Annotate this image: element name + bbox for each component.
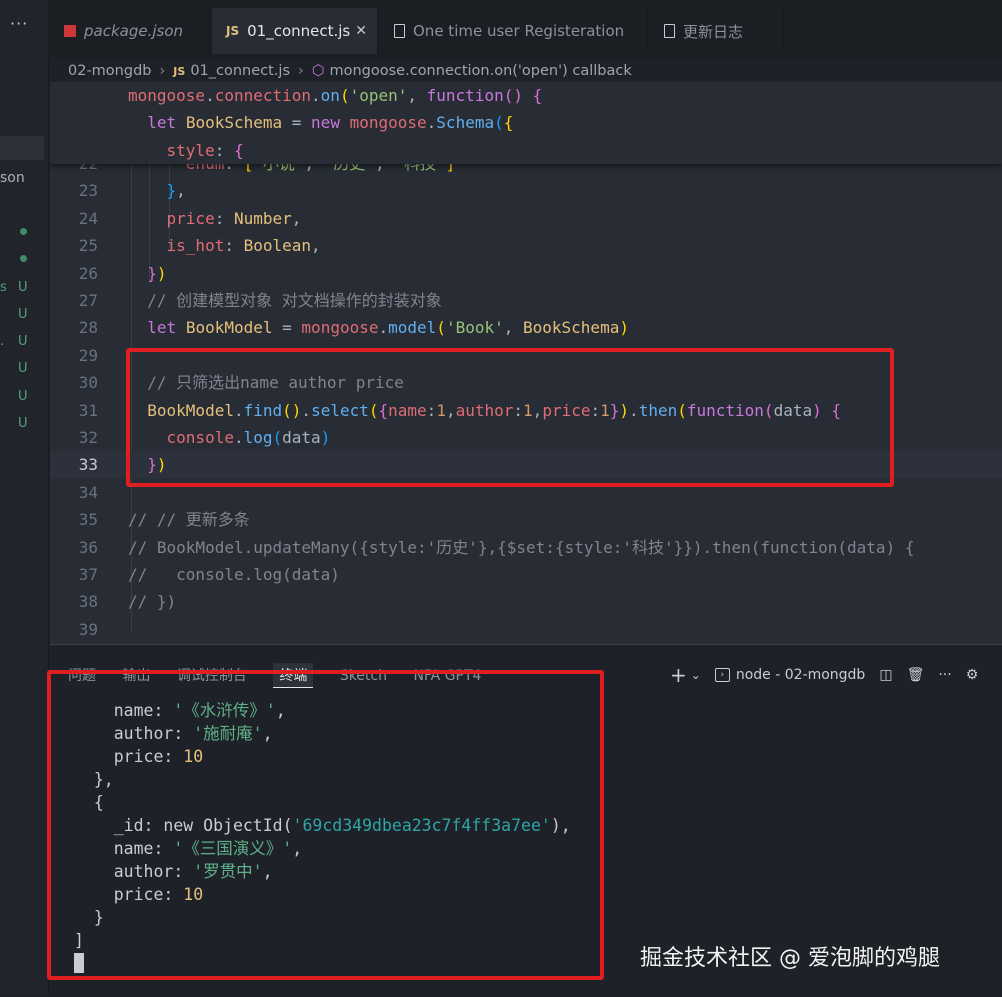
close-icon[interactable]: ✕	[355, 23, 367, 39]
breadcrumb-file[interactable]: 01_connect.js	[190, 63, 290, 79]
trash-icon[interactable]: 🗑	[907, 667, 925, 683]
tab-01-connect-js[interactable]: JS 01_connect.js ✕	[212, 8, 378, 54]
npm-icon	[64, 25, 76, 37]
code-line[interactable]: 25 is_hot: Boolean,	[50, 232, 1002, 259]
line-number: 25	[78, 236, 98, 256]
annotation-box-terminal	[47, 670, 604, 980]
git-status: .	[0, 334, 5, 349]
code-text: is_hot: Boolean,	[166, 236, 321, 256]
code-text: // BookModel.updateMany({style:'历史'},{$s…	[128, 537, 915, 557]
git-status: U	[18, 361, 28, 376]
code-line[interactable]: 26 })	[50, 260, 1002, 287]
git-status: U	[18, 307, 28, 322]
line-number: 31	[78, 400, 98, 420]
sticky-line: mongoose.connection.on('open', function(…	[128, 86, 543, 105]
line-number: 38	[78, 592, 98, 612]
git-status: U	[18, 416, 28, 431]
code-line[interactable]: 24 price: Number,	[50, 205, 1002, 232]
annotation-box-code	[126, 348, 894, 487]
code-line[interactable]: 28 let BookModel = mongoose.model('Book'…	[50, 314, 1002, 341]
split-terminal-icon[interactable]: ◫	[879, 667, 892, 683]
line-number: 24	[78, 208, 98, 228]
line-number: 28	[78, 318, 98, 338]
code-line[interactable]: 39	[50, 616, 1002, 643]
tab-label: One time user Registeration	[413, 22, 625, 40]
code-line[interactable]: 37 // console.log(data)	[50, 561, 1002, 588]
line-number: 36	[78, 537, 98, 557]
line-number: 26	[78, 263, 98, 283]
add-terminal-icon[interactable]: +	[670, 663, 687, 687]
sticky-line: style: {	[166, 141, 244, 160]
line-number: 27	[78, 291, 98, 310]
editor-tab-bar: package.json JS 01_connect.js ✕ One time…	[50, 0, 1002, 58]
git-status: U	[18, 280, 28, 295]
code-text: // 创建模型对象 对文档操作的封装对象	[128, 291, 442, 310]
watermark: 掘金技术社区 @ 爱泡脚的鸡腿	[640, 946, 940, 971]
js-icon: JS	[173, 64, 186, 78]
git-status: s	[0, 280, 7, 295]
file-icon	[664, 24, 675, 38]
git-modified-dot	[20, 228, 27, 235]
code-text: })	[147, 263, 167, 283]
breadcrumb-symbol[interactable]: mongoose.connection.on('open') callback	[330, 63, 632, 79]
line-number: 34	[78, 482, 98, 502]
tab-registration[interactable]: One time user Registeration	[380, 8, 648, 54]
code-line[interactable]: 36 // BookModel.updateMany({style:'历史'},{…	[50, 534, 1002, 561]
line-number: 37	[78, 565, 98, 584]
tab-changelog[interactable]: 更新日志	[650, 8, 784, 54]
code-text: // })	[128, 592, 177, 612]
more-actions-icon[interactable]: ···	[938, 667, 951, 683]
tab-label: 更新日志	[683, 22, 744, 41]
symbol-icon: ⬡	[311, 63, 325, 79]
git-modified-dot	[20, 255, 27, 262]
explorer-item-fragment[interactable]: son	[0, 170, 25, 186]
explorer-sidebar: ··· son s U U . U U U U	[0, 0, 49, 996]
code-text: let BookModel = mongoose.model('Book', B…	[147, 318, 629, 338]
sticky-line: let BookSchema = new mongoose.Schema({	[147, 113, 514, 132]
code-text: // console.log(data)	[128, 565, 340, 584]
line-number: 23	[78, 181, 98, 201]
code-text: },	[166, 181, 186, 201]
line-number: 35	[78, 510, 98, 530]
settings-icon[interactable]: ⚙	[966, 667, 979, 683]
line-number: 32	[78, 428, 98, 447]
panel-toolbar: + ⌄ › node - 02-mongdb ◫ 🗑 ··· ⚙	[670, 663, 992, 687]
terminal-name[interactable]: node - 02-mongdb	[736, 667, 866, 683]
git-status: U	[18, 334, 28, 349]
code-line[interactable]: 35 // // 更新多条	[50, 506, 1002, 533]
file-icon	[394, 24, 405, 38]
breadcrumb-folder[interactable]: 02-mongdb	[68, 63, 151, 79]
code-text: // // 更新多条	[128, 510, 250, 530]
breadcrumb: 02-mongdb › JS 01_connect.js › ⬡ mongoos…	[68, 60, 632, 82]
more-actions-icon[interactable]: ···	[10, 14, 28, 33]
chevron-right-icon: ›	[159, 63, 166, 79]
chevron-right-icon: ›	[298, 63, 304, 79]
line-number: 30	[78, 373, 98, 393]
js-icon: JS	[226, 24, 240, 38]
terminal-icon: ›	[714, 668, 730, 682]
code-line[interactable]: 38 // })	[50, 588, 1002, 615]
line-number: 39	[78, 619, 98, 639]
git-status: U	[18, 389, 28, 404]
code-text: price: Number,	[166, 208, 302, 228]
explorer-selected-item[interactable]	[0, 136, 44, 160]
code-line[interactable]: 27 // 创建模型对象 对文档操作的封装对象	[50, 287, 1002, 314]
tab-package-json[interactable]: package.json	[50, 8, 210, 54]
sticky-scroll-header[interactable]: mongoose.connection.on('open', function(…	[50, 82, 1002, 164]
line-number: 29	[78, 345, 98, 365]
line-number: 33	[78, 455, 98, 475]
tab-label: 01_connect.js	[247, 22, 351, 40]
chevron-down-icon[interactable]: ⌄	[691, 668, 701, 682]
code-line[interactable]: 23 },	[50, 177, 1002, 204]
tab-label: package.json	[84, 22, 184, 40]
